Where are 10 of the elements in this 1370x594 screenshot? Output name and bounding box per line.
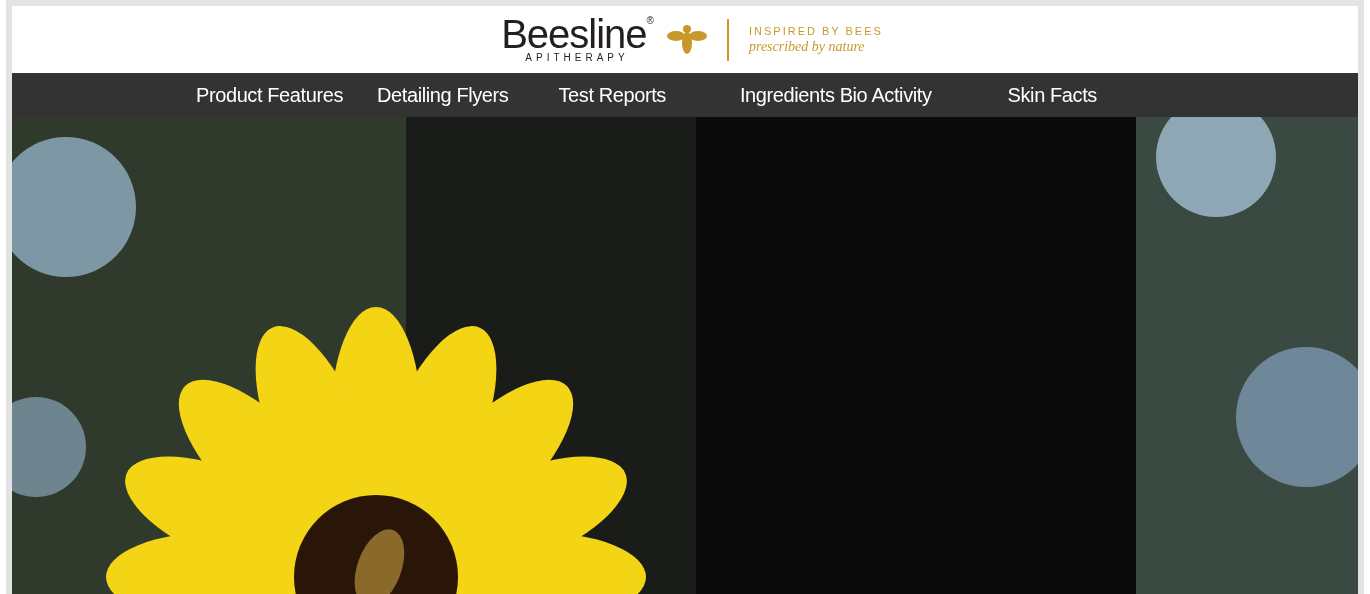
nav-link[interactable]: Detailing Flyers <box>377 83 509 107</box>
bee-icon <box>666 23 707 56</box>
logo-wordmark: Beesline$^{®}$ <box>501 16 653 52</box>
tagline: INSPIRED BY BEES <box>748 24 883 37</box>
nav-link[interactable]: Test Reports <box>558 83 666 107</box>
nav-link[interactable]: Ingredients Bio Activity <box>739 83 932 107</box>
slogan: prescribed by nature <box>748 38 866 55</box>
nav-link[interactable]: Product Features <box>196 83 343 107</box>
logo-subtext: APITHERAPY <box>525 52 629 63</box>
nav-link[interactable]: Skin Facts <box>1007 83 1097 107</box>
